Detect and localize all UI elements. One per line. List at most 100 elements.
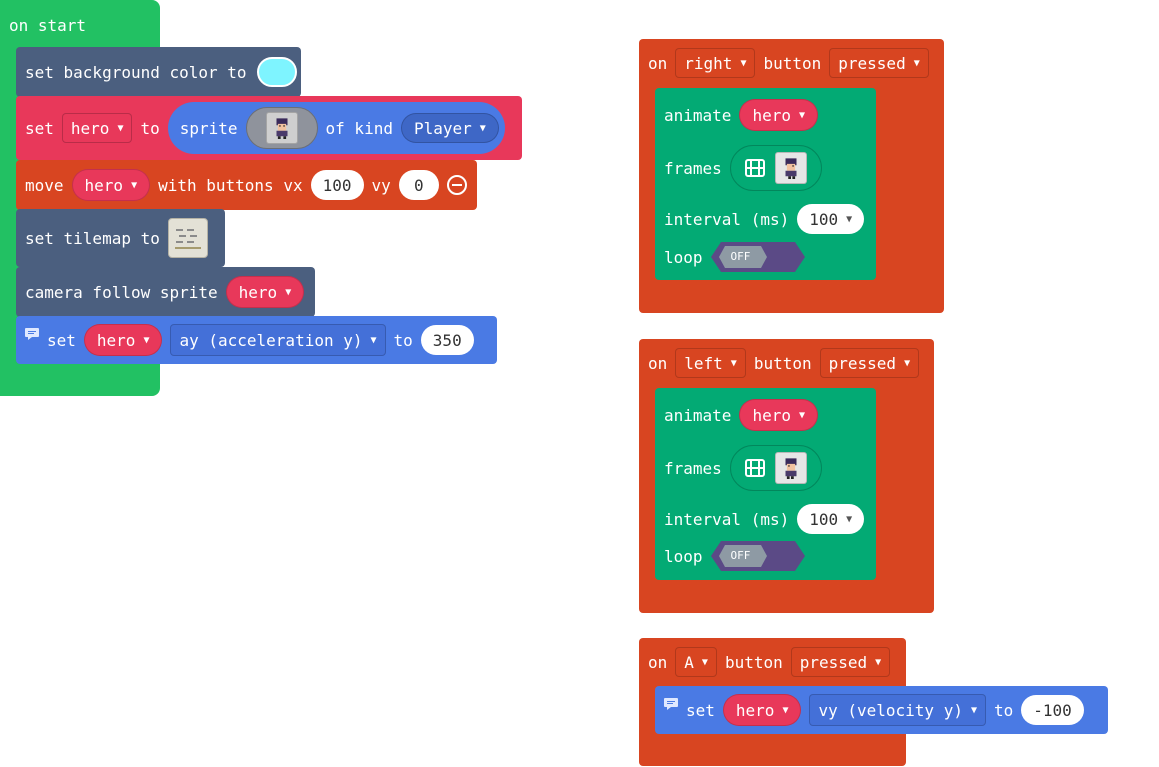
loop-toggle[interactable]: OFF [710, 242, 805, 272]
comment-icon[interactable] [25, 328, 39, 340]
variable-pill[interactable]: hero ▼ [83, 324, 163, 356]
chevron-down-icon: ▼ [913, 57, 920, 69]
move-label: move [25, 175, 64, 195]
chevron-down-icon: ▼ [701, 656, 708, 668]
kind-dropdown[interactable]: Player ▼ [400, 113, 499, 143]
animate-label: animate [664, 105, 732, 125]
chevron-down-icon: ▼ [782, 704, 789, 716]
interval-value: 100 [809, 509, 839, 529]
event-dropdown[interactable]: pressed ▼ [829, 48, 929, 78]
variable-dropdown[interactable]: hero ▼ [61, 113, 133, 143]
property-dropdown[interactable]: ay (acceleration y) ▼ [170, 324, 386, 356]
event-name: pressed [838, 53, 906, 73]
sprite-label: sprite [179, 118, 238, 138]
loop-state: OFF [730, 549, 751, 562]
vy-input[interactable]: 0 [398, 170, 439, 200]
to-label: to [393, 330, 413, 350]
frames-field[interactable] [729, 145, 822, 191]
color-swatch[interactable] [256, 57, 297, 87]
interval-value: 100 [809, 209, 839, 229]
property-dropdown[interactable]: vy (velocity y) ▼ [809, 694, 986, 726]
tilemap-image[interactable] [167, 218, 208, 258]
interval-dropdown[interactable]: 100 ▼ [797, 204, 865, 234]
property-name: ay (acceleration y) [179, 330, 363, 350]
chevron-down-icon: ▼ [970, 704, 977, 716]
sprite-image [774, 152, 807, 184]
button-label: button [763, 53, 822, 73]
interval-label: interval (ms) [664, 509, 790, 529]
variable-name: hero [96, 330, 136, 350]
film-icon [744, 459, 765, 477]
button-name: right [684, 53, 733, 73]
set-label: set [47, 330, 76, 350]
variable-pill[interactable]: hero ▼ [739, 99, 818, 131]
frames-label: frames [664, 158, 722, 178]
sprite-image [774, 452, 807, 484]
event-name: pressed [799, 652, 868, 672]
button-dropdown[interactable]: right ▼ [675, 48, 756, 78]
chevron-down-icon: ▼ [143, 334, 150, 346]
variable-name: hero [70, 118, 110, 138]
chevron-down-icon: ▼ [479, 122, 486, 134]
frames-label: frames [664, 458, 722, 478]
event-dropdown[interactable]: pressed ▼ [790, 647, 891, 677]
vx-input[interactable]: 100 [310, 170, 364, 200]
chevron-down-icon: ▼ [875, 656, 882, 668]
event-name: pressed [828, 353, 897, 373]
to-label: to [140, 118, 160, 138]
animate-label: animate [664, 405, 732, 425]
variable-pill[interactable]: hero ▼ [71, 169, 151, 201]
variable-name: hero [84, 175, 124, 195]
on-label: on [648, 353, 668, 373]
variable-name: hero [752, 405, 791, 425]
button-dropdown[interactable]: A ▼ [675, 647, 717, 677]
variable-name: hero [238, 282, 278, 302]
with-buttons-vx-label: with buttons vx [158, 175, 303, 195]
button-label: button [724, 652, 783, 672]
sprite-image-field[interactable] [245, 107, 318, 149]
chevron-down-icon: ▼ [285, 286, 292, 298]
variable-name: hero [752, 105, 791, 125]
chevron-down-icon: ▼ [117, 122, 124, 134]
chevron-down-icon: ▼ [904, 357, 911, 369]
sprite-image [265, 112, 298, 144]
vy-label: vy [371, 175, 391, 195]
interval-label: interval (ms) [664, 209, 790, 229]
chevron-down-icon: ▼ [846, 513, 853, 525]
variable-pill[interactable]: hero ▼ [225, 276, 305, 308]
on-label: on [648, 53, 668, 73]
comment-icon[interactable] [664, 698, 678, 710]
button-label: button [753, 353, 812, 373]
event-dropdown[interactable]: pressed ▼ [819, 348, 920, 378]
to-label: to [994, 700, 1014, 720]
chevron-down-icon: ▼ [740, 57, 747, 69]
sprite-create-block[interactable]: sprite of kind Player ▼ [167, 102, 505, 154]
minus-circle-icon[interactable] [446, 175, 467, 195]
button-dropdown[interactable]: left ▼ [675, 348, 746, 378]
of-kind-label: of kind [325, 118, 393, 138]
set-label: set [686, 700, 715, 720]
on-label: on [648, 652, 668, 672]
variable-pill[interactable]: hero ▼ [722, 694, 802, 726]
interval-dropdown[interactable]: 100 ▼ [797, 504, 865, 534]
film-icon [744, 159, 765, 177]
chevron-down-icon: ▼ [370, 334, 377, 346]
kind-name: Player [413, 118, 472, 138]
loop-label: loop [664, 546, 703, 566]
loop-state: OFF [730, 250, 751, 263]
on-start-label: on start [9, 15, 87, 35]
variable-name: hero [735, 700, 775, 720]
property-name: vy (velocity y) [818, 700, 963, 720]
frames-field[interactable] [729, 445, 822, 491]
value-input[interactable]: 350 [420, 325, 474, 355]
chevron-down-icon: ▼ [798, 109, 805, 121]
button-name: A [684, 652, 694, 672]
camera-follow-label: camera follow sprite [25, 282, 218, 302]
loop-toggle[interactable]: OFF [710, 541, 805, 571]
value-input[interactable]: -100 [1021, 695, 1084, 725]
loop-label: loop [664, 247, 703, 267]
chevron-down-icon: ▼ [798, 409, 805, 421]
variable-pill[interactable]: hero ▼ [739, 399, 818, 431]
chevron-down-icon: ▼ [131, 179, 138, 191]
chevron-down-icon: ▼ [730, 357, 737, 369]
